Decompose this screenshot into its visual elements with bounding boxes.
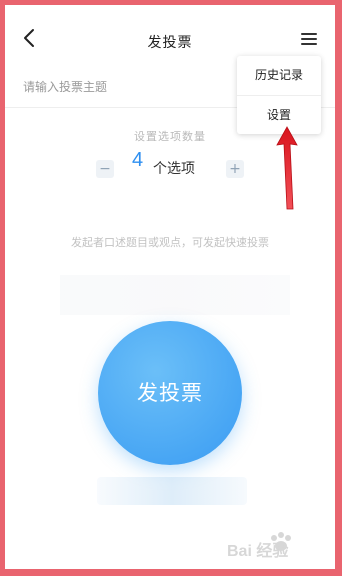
background-decoration	[60, 275, 290, 315]
app-screen: 发投票 设置选项数量 − 4 个选项 + 发起者口述题目或观点，可发起快速投票 …	[5, 5, 335, 569]
blurred-content-bar	[97, 477, 247, 505]
page-title: 发投票	[147, 35, 193, 51]
option-count-value: 4	[132, 149, 144, 171]
watermark-text: Bai 经验	[227, 543, 289, 560]
plus-button[interactable]: +	[226, 160, 244, 178]
baidu-watermark-logo: Bai 经验	[227, 529, 335, 565]
topic-input[interactable]	[23, 76, 233, 98]
option-count-unit: 个选项	[153, 161, 195, 177]
menu-item-history[interactable]: 历史记录	[237, 56, 321, 94]
navigation-bar: 发投票	[5, 5, 335, 63]
red-arrow-annotation-icon	[276, 126, 298, 210]
start-vote-button[interactable]: 发投票	[98, 321, 242, 465]
minus-icon: −	[99, 161, 111, 177]
quick-vote-hint: 发起者口述题目或观点，可发起快速投票	[71, 236, 269, 249]
minus-button[interactable]: −	[96, 160, 114, 178]
plus-icon: +	[229, 161, 241, 177]
overflow-menu: 历史记录 设置	[237, 56, 321, 134]
hamburger-menu-icon[interactable]	[301, 31, 319, 47]
